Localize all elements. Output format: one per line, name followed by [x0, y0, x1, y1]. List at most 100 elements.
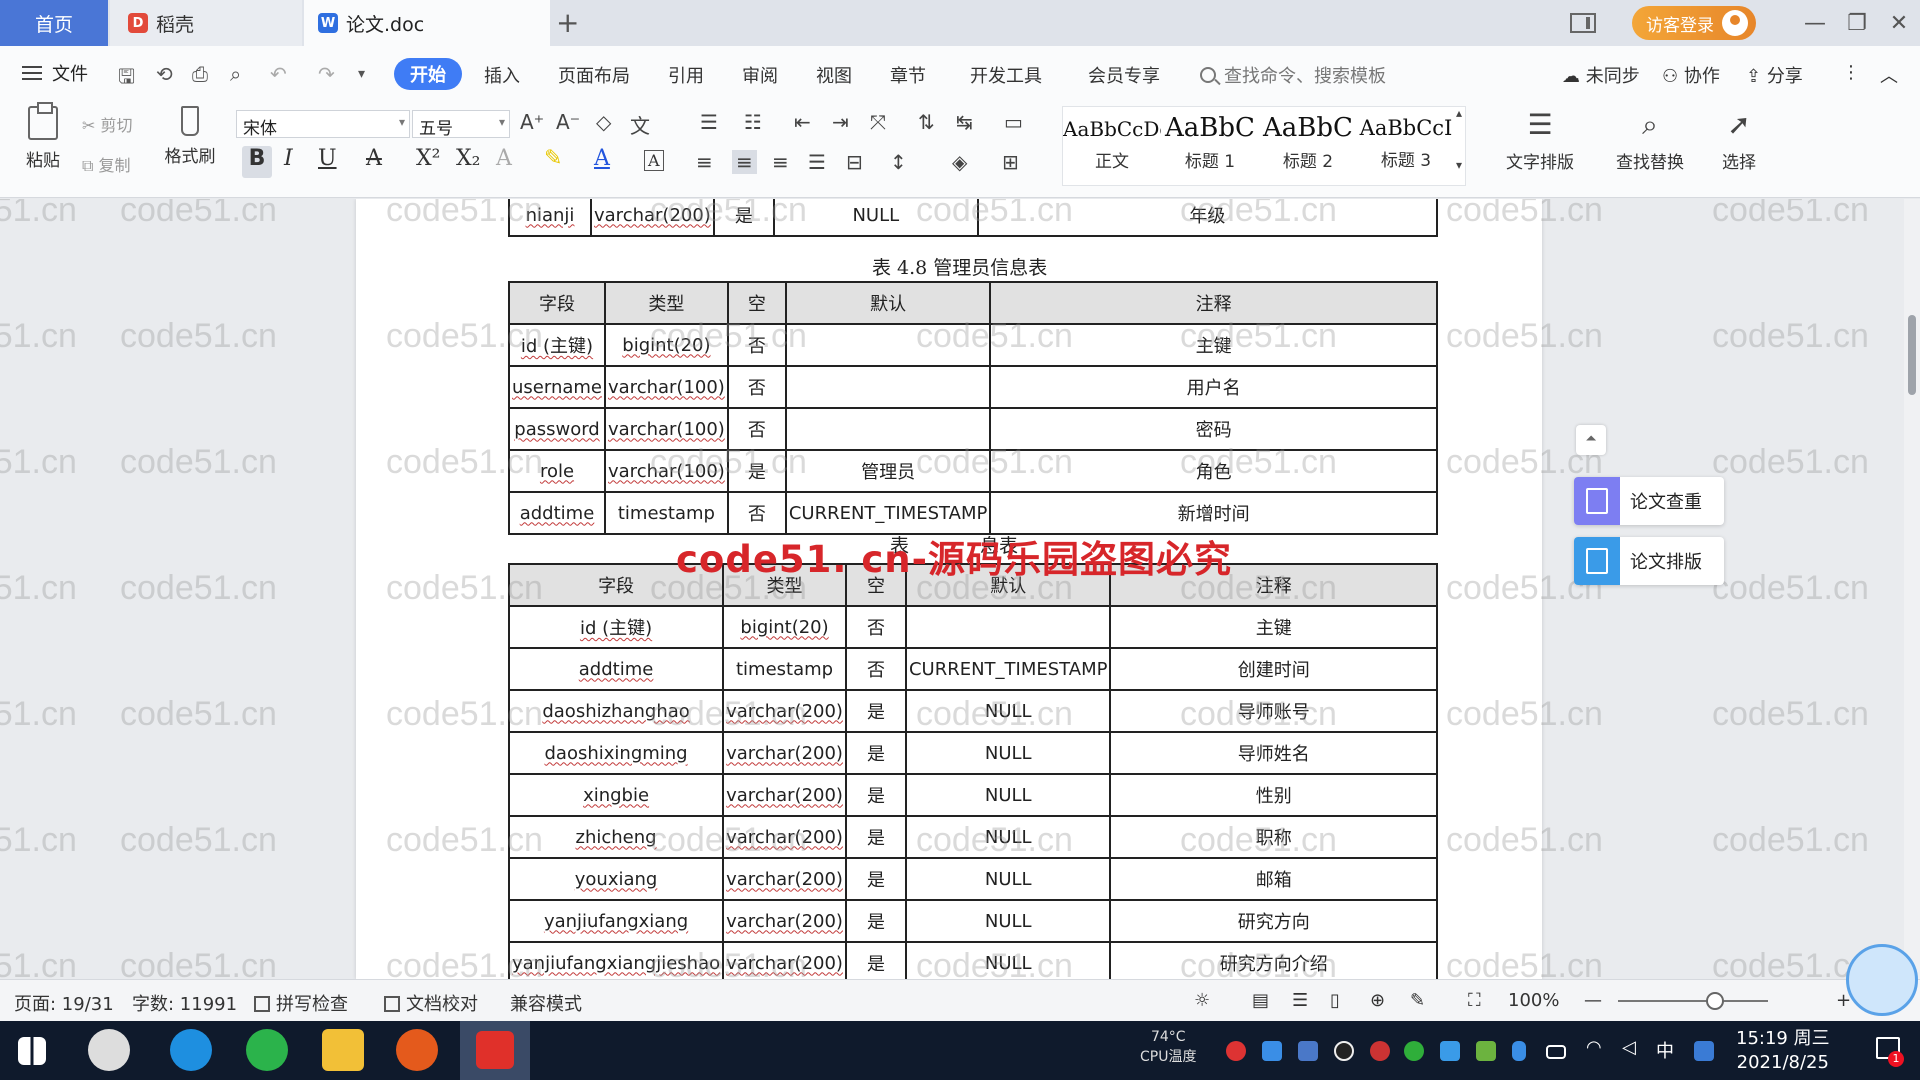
doc-proof-button[interactable]: 文档校对 — [384, 990, 478, 1016]
pinwheel-app-icon[interactable] — [88, 1029, 130, 1071]
copy-button[interactable]: ⧉ 复制 — [82, 152, 131, 176]
align-left-icon[interactable]: ≡ — [696, 150, 713, 174]
style-heading-2[interactable]: AaBbC 标题 2 — [1259, 107, 1357, 187]
battery-icon[interactable] — [1546, 1045, 1566, 1059]
fit-page-icon[interactable]: ⛶ — [1468, 990, 1481, 1011]
bold-button[interactable]: B — [242, 146, 272, 178]
chinese-layout-icon[interactable]: ⤧ — [870, 110, 886, 134]
scrollbar-thumb[interactable] — [1908, 315, 1916, 395]
zoom-level[interactable]: 100% — [1508, 990, 1559, 1011]
collaborate-button[interactable]: ⚇ 协作 — [1662, 62, 1720, 88]
menu-tab-insert[interactable]: 插入 — [484, 62, 520, 88]
menu-tab-section[interactable]: 章节 — [890, 62, 926, 88]
wifi-icon[interactable]: ◠ — [1586, 1037, 1606, 1058]
text-effect-button[interactable]: A — [496, 146, 512, 171]
tray-icon[interactable] — [1226, 1041, 1246, 1061]
undo-history-icon[interactable]: ⟲ — [156, 62, 173, 86]
print-preview-icon[interactable]: ⌕ — [230, 62, 241, 86]
minimize-button[interactable]: — — [1794, 11, 1836, 36]
nvidia-icon[interactable] — [1476, 1041, 1496, 1061]
vertical-scrollbar[interactable] — [1904, 199, 1920, 979]
font-name-select[interactable]: 宋体 — [236, 110, 410, 139]
underline-button[interactable]: U — [318, 146, 337, 171]
paper-layout-button[interactable]: 论文排版 — [1574, 537, 1724, 585]
text-layout-button[interactable]: ☰ 文字排版 — [1494, 108, 1586, 173]
file-menu[interactable]: 文件 — [22, 60, 88, 86]
text-direction-icon[interactable]: ↹ — [956, 110, 973, 134]
clear-format-icon[interactable]: ◇ — [596, 110, 611, 134]
superscript-button[interactable]: X² — [416, 146, 440, 171]
zoom-out-icon[interactable]: — — [1584, 990, 1602, 1011]
style-scroll-up-icon[interactable]: ▴ — [1456, 106, 1462, 120]
italic-button[interactable]: I — [284, 146, 293, 171]
menu-tab-page-layout[interactable]: 页面布局 — [558, 62, 630, 88]
char-border-button[interactable]: A — [644, 150, 664, 171]
numbered-list-icon[interactable]: ☷ — [744, 110, 762, 134]
paper-check-button[interactable]: 论文查重 — [1574, 477, 1724, 525]
system-clock[interactable]: 15:19 周三 2021/8/25 — [1736, 1027, 1830, 1075]
guest-login-button[interactable]: 访客登录 — [1632, 6, 1756, 40]
share-button[interactable]: ⇪ 分享 — [1746, 62, 1803, 88]
shield-icon[interactable] — [1298, 1041, 1318, 1061]
select-button[interactable]: ➚ 选择 — [1708, 108, 1770, 173]
subscript-button[interactable]: X₂ — [456, 146, 480, 171]
borders-icon[interactable]: ⊞ — [1002, 150, 1019, 174]
collapse-ribbon-icon[interactable]: ︿ — [1880, 62, 1898, 88]
file-explorer-icon[interactable] — [322, 1029, 364, 1071]
reading-view-icon[interactable]: ▯ — [1330, 990, 1340, 1011]
restore-button[interactable]: ❐ — [1836, 11, 1878, 36]
style-normal[interactable]: AaBbCcDd 正文 — [1063, 107, 1161, 187]
input-method-icon[interactable] — [1694, 1041, 1714, 1061]
page-view-icon[interactable]: ▤ — [1252, 990, 1269, 1011]
distribute-icon[interactable]: ⊟ — [846, 150, 863, 174]
grow-font-icon[interactable]: A⁺ — [520, 110, 544, 134]
print-icon[interactable]: ⎙ — [192, 62, 208, 86]
pen-icon[interactable]: ✎ — [1410, 990, 1425, 1011]
document-canvas[interactable]: nianji varchar(200) 是 NULL 年级 表 4.8 管理员信… — [0, 199, 1920, 979]
format-painter-button[interactable]: 格式刷 — [160, 106, 220, 167]
align-right-icon[interactable]: ≡ — [772, 150, 789, 174]
find-replace-button[interactable]: ⌕ 查找替换 — [1604, 108, 1696, 173]
menu-tab-developer[interactable]: 开发工具 — [970, 62, 1042, 88]
undo-icon[interactable]: ↶ — [270, 62, 287, 86]
tab-daoke[interactable]: D 稻壳 — [110, 0, 302, 46]
media-app-icon[interactable] — [396, 1029, 438, 1071]
style-heading-1[interactable]: AaBbC 标题 1 — [1161, 107, 1259, 187]
eye-protection-icon[interactable]: ☼ — [1194, 990, 1210, 1011]
new-tab-button[interactable]: + — [556, 6, 579, 39]
font-size-select[interactable]: 五号 — [412, 110, 510, 139]
word-count[interactable]: 字数: 11991 — [132, 990, 237, 1016]
tray-icon[interactable] — [1370, 1041, 1390, 1061]
justify-icon[interactable]: ☰ — [808, 150, 826, 174]
outline-view-icon[interactable]: ☰ — [1292, 990, 1308, 1011]
tray-icon[interactable] — [1440, 1041, 1460, 1061]
show-marks-icon[interactable]: ▭ — [1004, 110, 1023, 134]
page-indicator[interactable]: 页面: 19/31 — [14, 990, 114, 1016]
decrease-indent-icon[interactable]: ⇤ — [794, 110, 811, 134]
customize-toolbar-icon[interactable]: ▾ — [358, 66, 365, 82]
font-color-button[interactable]: A — [594, 146, 610, 171]
shrink-font-icon[interactable]: A⁻ — [556, 110, 580, 134]
highlight-icon[interactable]: ✎ — [544, 146, 562, 171]
tab-document[interactable]: W 论文.doc — [304, 0, 550, 46]
web-view-icon[interactable]: ⊕ — [1370, 990, 1385, 1011]
strikethrough-button[interactable]: A — [366, 146, 382, 171]
more-icon[interactable]: ⋮ — [1842, 62, 1860, 83]
360-browser-icon[interactable] — [246, 1029, 288, 1071]
align-center-icon[interactable]: ≡ — [732, 150, 757, 174]
redo-icon[interactable]: ↷ — [318, 62, 335, 86]
cut-button[interactable]: ✂ 剪切 — [82, 112, 133, 136]
bluetooth-icon[interactable] — [1512, 1041, 1526, 1061]
phonetic-guide-icon[interactable]: 文 — [630, 110, 650, 139]
shading-icon[interactable]: ◈ — [952, 150, 967, 174]
close-button[interactable]: ✕ — [1878, 11, 1920, 36]
tray-icon[interactable] — [1404, 1041, 1424, 1061]
window-layout-icon[interactable] — [1570, 13, 1596, 33]
paste-button[interactable]: 粘贴 — [18, 102, 68, 171]
style-scroll-down-icon[interactable]: ▾ — [1456, 158, 1462, 172]
increase-indent-icon[interactable]: ⇥ — [832, 110, 849, 134]
ie-browser-icon[interactable] — [170, 1029, 212, 1071]
menu-tab-member[interactable]: 会员专享 — [1088, 62, 1160, 88]
windows-start-icon[interactable] — [18, 1037, 46, 1065]
command-search[interactable]: 查找命令、搜索模板 — [1200, 62, 1386, 88]
